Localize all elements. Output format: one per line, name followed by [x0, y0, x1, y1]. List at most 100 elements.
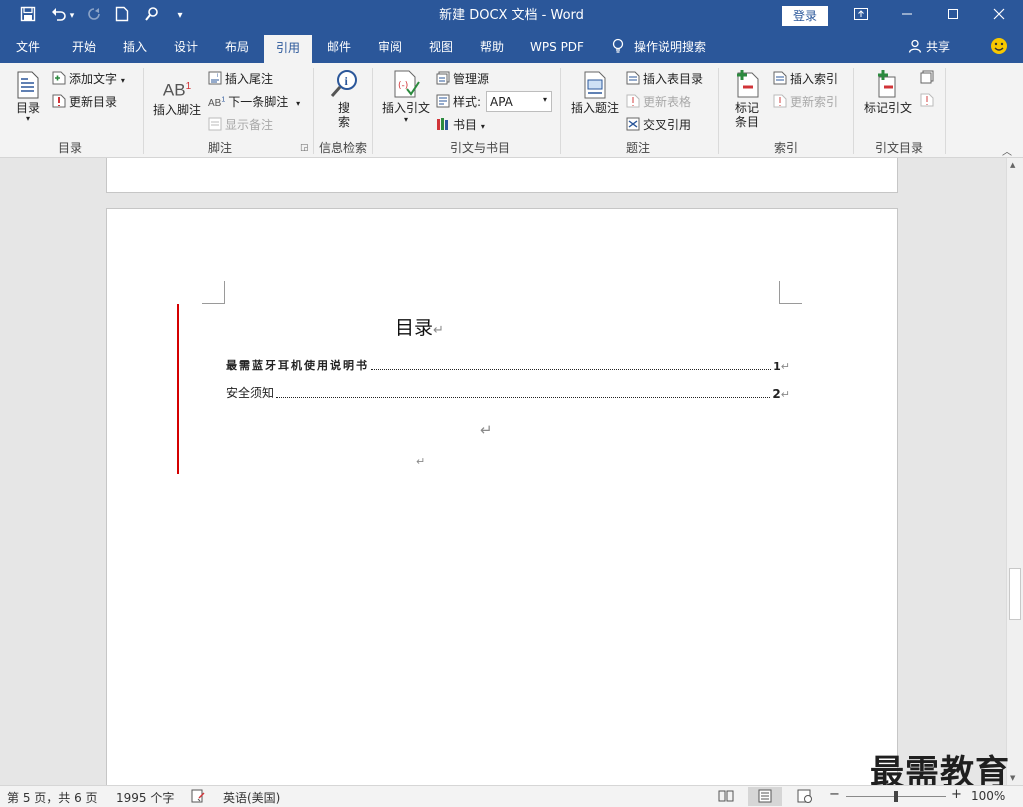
ribbon-tabs: 文件 开始 插入 设计 布局 引用 邮件 审阅 视图 帮助 WPS PDF 操作… — [0, 33, 1023, 63]
mark-entry-label-line1: 标记 — [734, 101, 759, 115]
read-mode-icon[interactable] — [718, 789, 734, 806]
style-selector: 样式: — [436, 93, 481, 110]
group-separator — [143, 68, 144, 154]
update-index-button[interactable]: 更新索引 — [773, 93, 838, 110]
smiley-icon[interactable] — [988, 33, 1010, 63]
word-count[interactable]: 1995 个字 — [116, 789, 174, 806]
toc-entry[interactable]: 安全须知 2 ↵ — [226, 385, 790, 401]
table-of-figures-icon — [626, 71, 640, 85]
zoom-out-icon[interactable]: − — [829, 787, 840, 802]
tab-file[interactable]: 文件 — [4, 33, 52, 63]
update-table-button[interactable]: 更新表格 — [626, 93, 691, 110]
login-button[interactable]: 登录 — [782, 6, 828, 26]
mark-citation-button[interactable]: 标记引文 — [860, 69, 916, 115]
web-layout-icon[interactable] — [797, 789, 813, 806]
bibliography-label: 书目 — [453, 118, 478, 132]
minimize-icon[interactable] — [884, 0, 930, 33]
scroll-down-icon[interactable]: ▼ — [1010, 774, 1015, 782]
paragraph-mark: ↵ — [780, 360, 790, 373]
insert-index-icon — [773, 71, 787, 85]
group-separator — [560, 68, 561, 154]
tab-insert[interactable]: 插入 — [111, 33, 159, 63]
mark-citation-label: 标记引文 — [863, 101, 912, 115]
tab-design[interactable]: 设计 — [162, 33, 210, 63]
insert-index-button[interactable]: 插入索引 — [773, 70, 838, 87]
tab-layout[interactable]: 布局 — [213, 33, 261, 63]
update-table-of-authorities-icon[interactable] — [920, 93, 934, 110]
style-value: APA — [490, 95, 513, 109]
next-footnote-icon: AB1 — [208, 96, 226, 109]
toc-leader — [371, 369, 772, 370]
toa-group-label: 引文目录 — [874, 141, 923, 155]
ribbon-display-icon[interactable] — [838, 0, 884, 33]
next-footnote-label: 下一条脚注 — [228, 95, 289, 109]
scroll-up-icon[interactable]: ▲ — [1010, 161, 1015, 169]
mark-entry-button[interactable]: 标记 条目 — [726, 69, 768, 129]
insert-footnote-button[interactable]: AB1 插入脚注 — [150, 75, 204, 117]
proofing-icon[interactable] — [191, 789, 205, 806]
insert-table-of-figures-button[interactable]: 插入表目录 — [626, 70, 703, 87]
update-toc-button[interactable]: 更新目录 — [52, 93, 117, 110]
show-notes-button[interactable]: 显示备注 — [208, 116, 273, 133]
bibliography-button[interactable]: 书目 ▾ — [436, 116, 485, 133]
tab-home[interactable]: 开始 — [60, 33, 108, 63]
lightbulb-icon[interactable] — [608, 33, 628, 63]
tab-references[interactable]: 引用 — [264, 35, 312, 63]
toc-entry-text: 最需蓝牙耳机使用说明书 — [226, 359, 369, 372]
vertical-scrollbar[interactable]: ▲ ▼ — [1006, 158, 1023, 785]
insert-caption-button[interactable]: 插入题注 — [568, 71, 622, 115]
citation-group-label: 引文与书目 — [449, 141, 510, 155]
toc-entry-page: 2 — [772, 387, 781, 401]
next-footnote-button[interactable]: AB1 下一条脚注 ▾ — [208, 93, 300, 110]
tab-help[interactable]: 帮助 — [468, 33, 516, 63]
insert-citation-icon: (-) — [394, 70, 420, 98]
research-group-label: 信息检索 — [318, 141, 367, 155]
group-separator — [945, 68, 946, 154]
tab-view[interactable]: 视图 — [417, 33, 465, 63]
collapse-ribbon-icon[interactable]: ︿ — [1002, 143, 1012, 158]
index-group-label: 索引 — [773, 141, 798, 155]
toc-entry[interactable]: 最需蓝牙耳机使用说明书 1 ↵ — [226, 357, 790, 373]
update-toc-label: 更新目录 — [69, 95, 118, 109]
language-indicator[interactable]: 英语(美国) — [223, 789, 280, 806]
search-button[interactable]: i 搜 索 — [324, 69, 364, 129]
show-notes-label: 显示备注 — [225, 118, 274, 132]
smart-lookup-icon: i — [330, 70, 357, 97]
paragraph-mark: ↵ — [433, 323, 444, 338]
insert-endnote-button[interactable]: i 插入尾注 — [208, 70, 273, 87]
zoom-slider-thumb[interactable] — [894, 791, 898, 802]
insert-citation-dropdown-icon: ▾ — [403, 115, 408, 124]
tab-review[interactable]: 审阅 — [366, 33, 414, 63]
toc-title[interactable]: 目录↵ — [395, 313, 444, 340]
zoom-level[interactable]: 100% — [971, 789, 1005, 803]
search-label-line2: 索 — [337, 115, 350, 129]
tab-wps-pdf[interactable]: WPS PDF — [522, 33, 592, 63]
print-layout-icon[interactable] — [748, 787, 782, 806]
maximize-icon[interactable] — [930, 0, 976, 33]
toc-entry-page: 1 — [773, 360, 781, 373]
insert-table-of-authorities-icon[interactable] — [920, 70, 934, 87]
share-button[interactable]: 共享 — [926, 33, 958, 63]
scrollbar-thumb[interactable] — [1009, 568, 1021, 620]
toc-dropdown-icon: ▾ — [25, 114, 30, 123]
tab-mailings[interactable]: 邮件 — [315, 33, 363, 63]
footnote-dialog-launcher-icon[interactable]: ◲ — [300, 143, 309, 153]
cross-reference-button[interactable]: 交叉引用 — [626, 116, 691, 133]
manage-sources-button[interactable]: 管理源 — [436, 70, 489, 87]
user-icon[interactable] — [905, 33, 925, 63]
close-icon[interactable] — [976, 0, 1022, 33]
change-bar — [177, 304, 179, 474]
manage-sources-icon — [436, 71, 450, 85]
insert-endnote-label: 插入尾注 — [225, 72, 274, 86]
add-text-button[interactable]: 添加文字 ▾ — [52, 70, 125, 87]
page-indicator[interactable]: 第 5 页，共 6 页 — [7, 789, 98, 806]
style-dropdown[interactable]: APA ▾ — [486, 91, 552, 112]
toc-button[interactable]: 目录 ▾ — [10, 71, 46, 123]
tell-me-search[interactable]: 操作说明搜索 — [634, 33, 718, 63]
insert-citation-button[interactable]: (-) 插入引文 ▾ — [378, 69, 434, 125]
style-dropdown-icon: ▾ — [542, 95, 547, 104]
toc-group-label: 目录 — [57, 141, 82, 155]
zoom-in-icon[interactable]: + — [951, 787, 962, 802]
current-page[interactable]: 目录↵ 最需蓝牙耳机使用说明书 1 ↵ 安全须知 2 ↵ ↵ ↵ — [106, 208, 898, 785]
footnote-icon: AB1 — [162, 80, 192, 100]
